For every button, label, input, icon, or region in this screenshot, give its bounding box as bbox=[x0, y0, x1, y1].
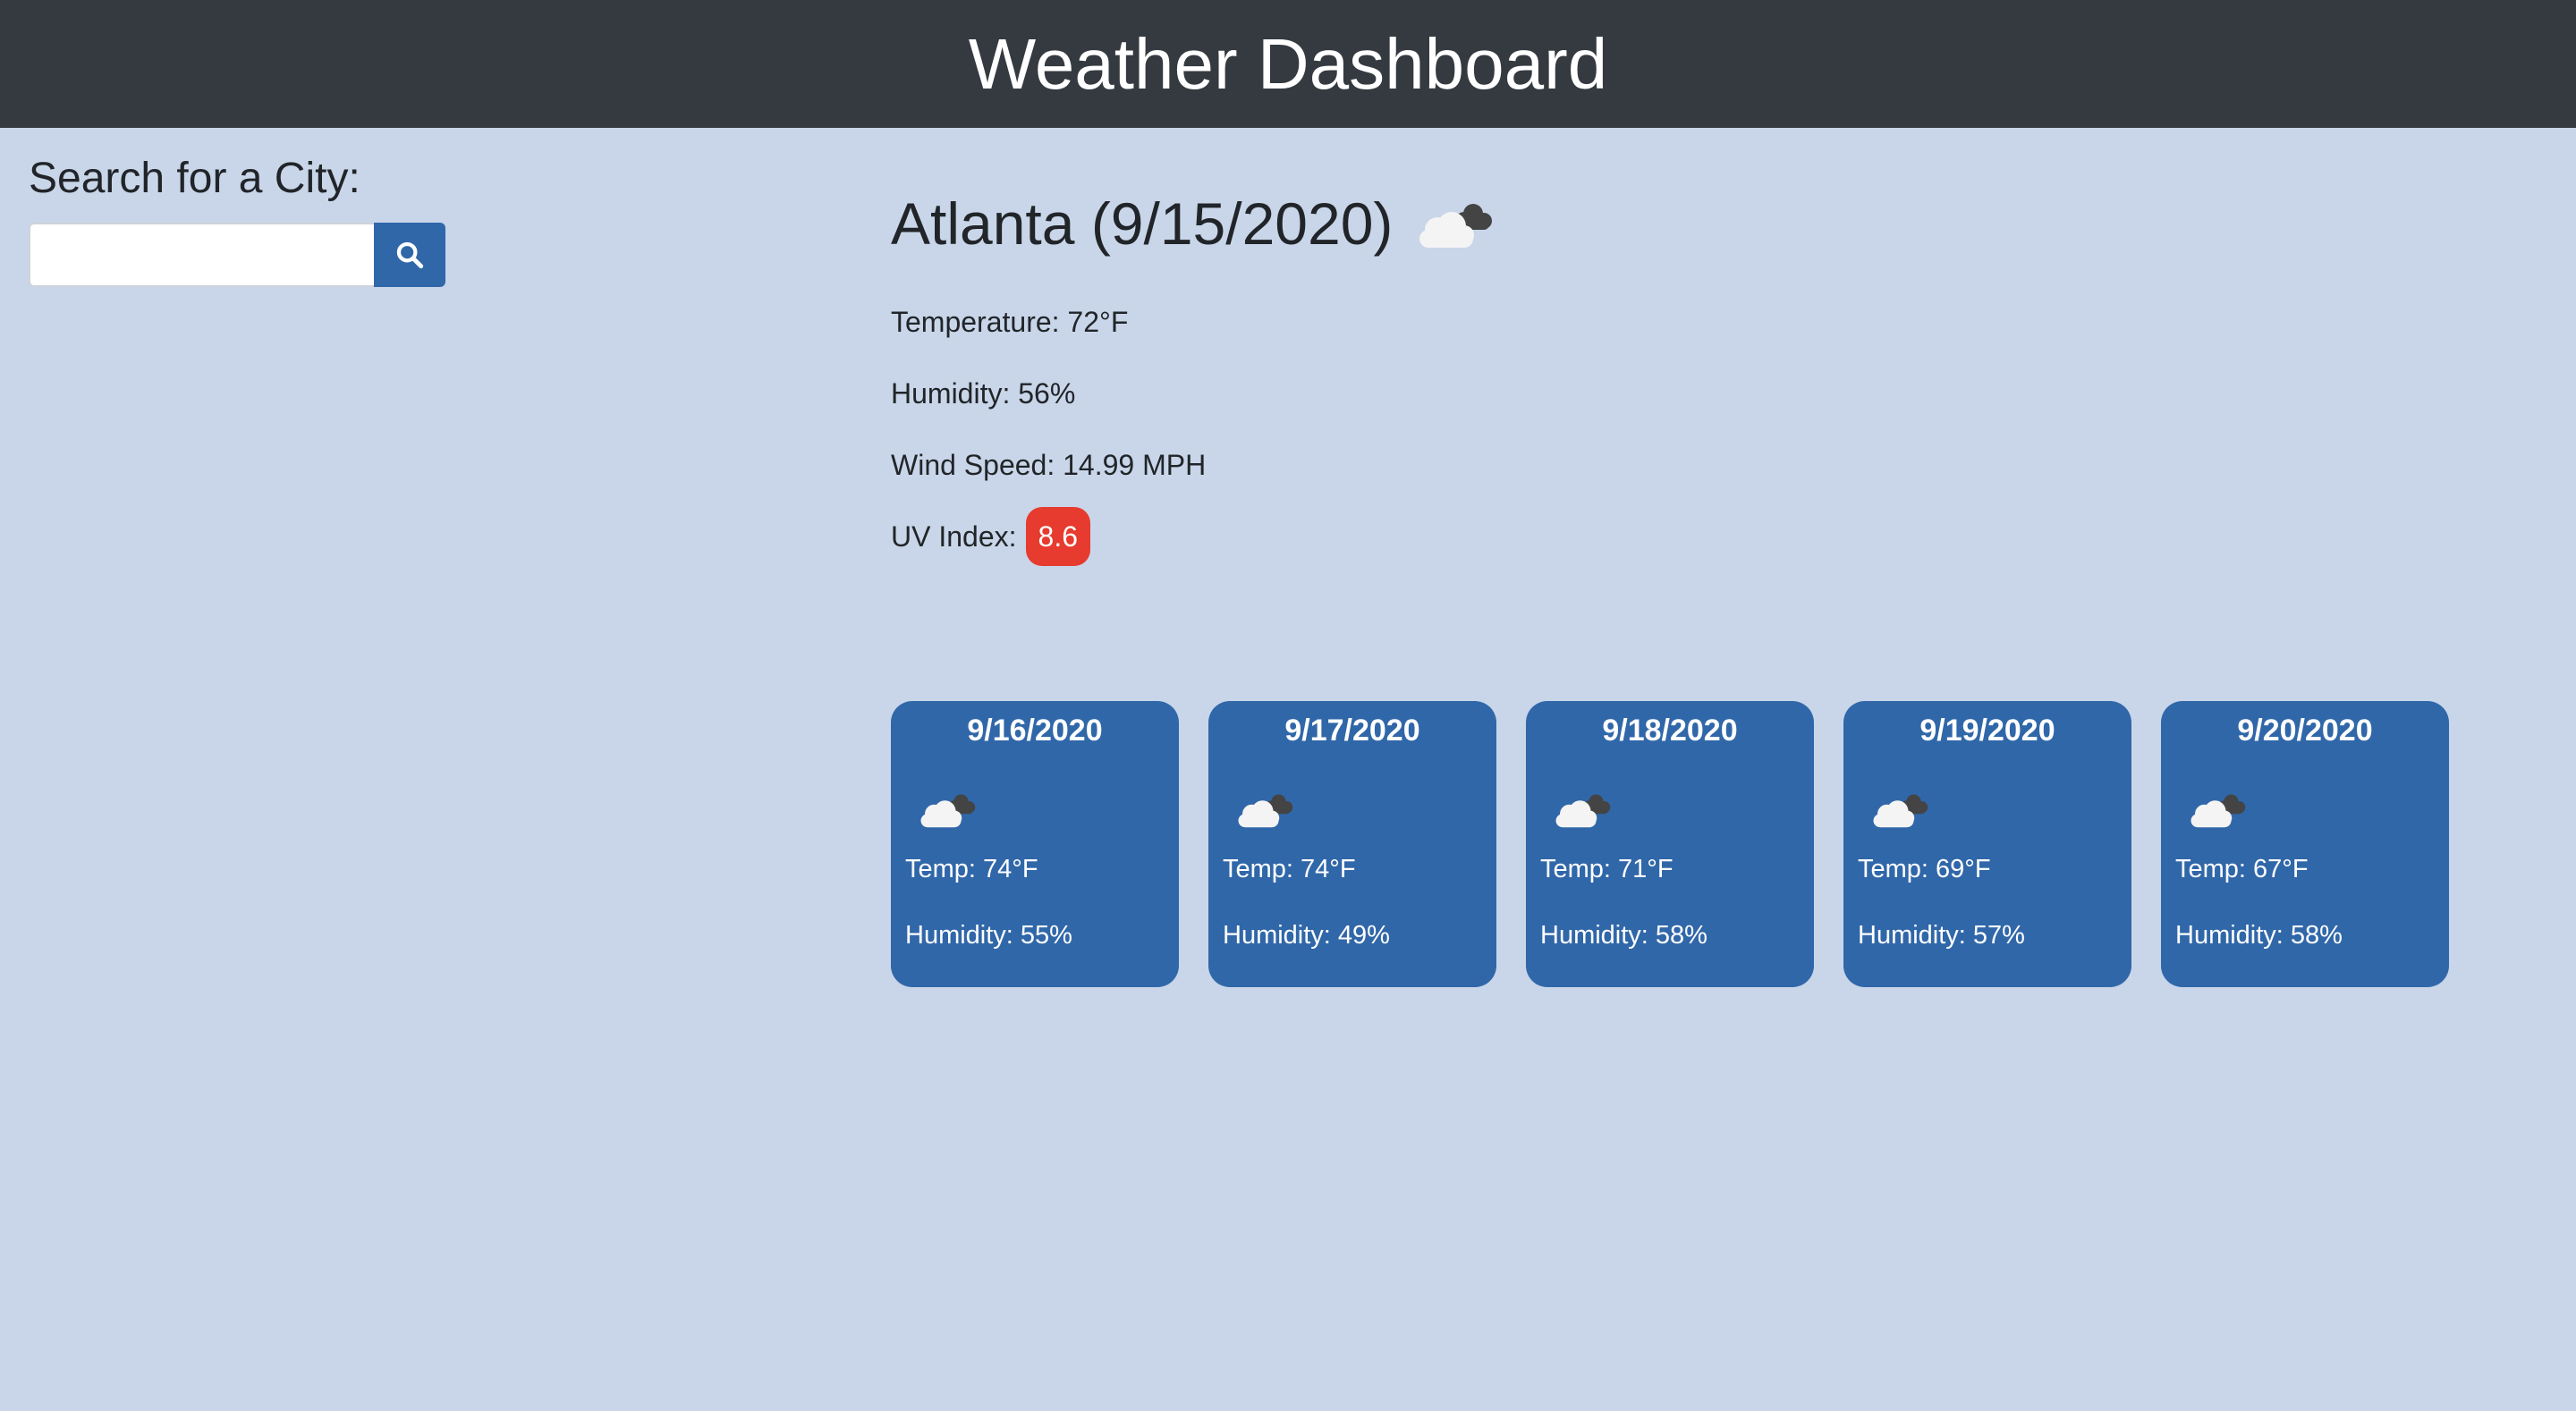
forecast-date: 9/20/2020 bbox=[2237, 714, 2373, 748]
cloud-icon bbox=[920, 794, 976, 828]
cloud-icon bbox=[1873, 794, 1928, 828]
cloud-icon bbox=[1555, 794, 1611, 828]
search-icon bbox=[396, 241, 424, 269]
page-title: Weather Dashboard bbox=[968, 23, 1608, 104]
current-wind-speed: Wind Speed: 14.99 MPH bbox=[891, 449, 1207, 481]
forecast-temp: Temp: 69°F bbox=[1858, 855, 1991, 883]
forecast-date: 9/19/2020 bbox=[1919, 714, 2055, 748]
current-uv-index: UV Index: 8.6 bbox=[891, 507, 1090, 566]
forecast-date: 9/18/2020 bbox=[1602, 714, 1738, 748]
forecast-card: 9/16/2020 Temp: 74°F Humidity: 55% bbox=[891, 701, 1179, 987]
search-label: Search for a City: bbox=[29, 155, 360, 202]
cloud-icon bbox=[1419, 204, 1493, 248]
forecast-card: 9/18/2020 Temp: 71°F Humidity: 58% bbox=[1526, 701, 1814, 987]
forecast-date: 9/17/2020 bbox=[1284, 714, 1420, 748]
forecast-card: 9/20/2020 Temp: 67°F Humidity: 58% bbox=[2161, 701, 2449, 987]
cloud-icon bbox=[1238, 794, 1293, 828]
current-temperature: Temperature: 72°F bbox=[891, 306, 1129, 338]
forecast-temp: Temp: 71°F bbox=[1540, 855, 1674, 883]
current-weather: Atlanta (9/15/2020) Temperature: 72°F Hu… bbox=[891, 183, 1496, 566]
page-header: Weather Dashboard bbox=[0, 0, 2576, 128]
forecast-humidity: Humidity: 58% bbox=[2175, 921, 2343, 950]
forecast-card: 9/17/2020 Temp: 74°F Humidity: 49% bbox=[1208, 701, 1496, 987]
forecast-humidity: Humidity: 57% bbox=[1858, 921, 2025, 950]
current-city-heading: Atlanta (9/15/2020) bbox=[891, 183, 1496, 264]
forecast-humidity: Humidity: 49% bbox=[1223, 921, 1390, 950]
forecast-card: 9/19/2020 Temp: 69°F Humidity: 57% bbox=[1843, 701, 2131, 987]
search-button[interactable] bbox=[374, 223, 445, 287]
forecast-temp: Temp: 74°F bbox=[1223, 855, 1356, 883]
forecast-date: 9/16/2020 bbox=[967, 714, 1103, 748]
uv-index-badge: 8.6 bbox=[1025, 507, 1090, 566]
forecast-temp: Temp: 74°F bbox=[905, 855, 1038, 883]
current-city-title: Atlanta (9/15/2020) bbox=[891, 190, 1394, 257]
forecast-humidity: Humidity: 55% bbox=[905, 921, 1072, 950]
city-search-input[interactable] bbox=[29, 223, 374, 287]
uv-index-label: UV Index: bbox=[891, 520, 1017, 553]
forecast-temp: Temp: 67°F bbox=[2175, 855, 2309, 883]
current-humidity: Humidity: 56% bbox=[891, 377, 1076, 410]
forecast-humidity: Humidity: 58% bbox=[1540, 921, 1707, 950]
cloud-icon bbox=[2190, 794, 2246, 828]
five-day-forecast: 9/16/2020 Temp: 74°F Humidity: 55% 9/17/… bbox=[891, 701, 2449, 987]
